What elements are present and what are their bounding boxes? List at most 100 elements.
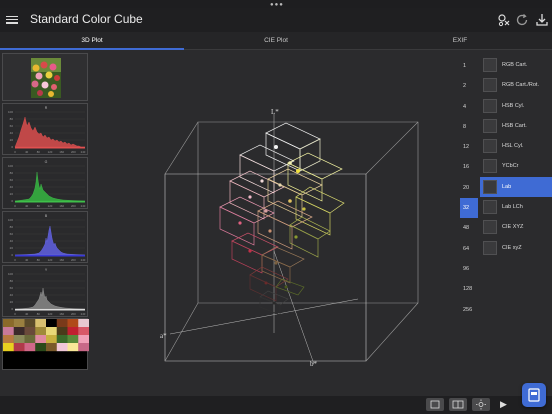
svg-text:240: 240 [81, 150, 86, 154]
cube-icon [483, 118, 497, 133]
cube-icon [483, 240, 497, 255]
color-space-hsl-cyl[interactable]: HSL Cyl. [480, 136, 552, 156]
color-space-label: HSL Cyl. [502, 143, 524, 150]
palette-swatch [46, 319, 57, 328]
tab-cie-plot[interactable]: CIE Plot [184, 32, 368, 50]
palette-swatch [56, 327, 68, 336]
resolution-option-4[interactable]: 4 [460, 97, 478, 117]
resolution-option-20[interactable]: 20 [460, 178, 478, 198]
svg-text:60: 60 [10, 286, 14, 290]
lab-3d-plot[interactable]: L* a* b* [90, 51, 460, 396]
cube-icon [483, 179, 497, 194]
resolution-option-96[interactable]: 96 [460, 259, 478, 279]
image-thumbnail[interactable] [3, 54, 89, 102]
color-space-lab-lch[interactable]: Lab LCh [480, 197, 552, 217]
palette-swatch [67, 343, 79, 352]
color-space-label: Lab LCh [502, 204, 523, 211]
palette-swatch [78, 343, 90, 352]
image-thumbnail-frame[interactable] [2, 53, 88, 101]
svg-text:80: 80 [10, 171, 14, 175]
svg-text:60: 60 [10, 124, 14, 128]
svg-text:100: 100 [8, 164, 13, 168]
color-space-rgb-cart[interactable]: RGB Cart. [480, 55, 552, 75]
palette-swatch [46, 335, 57, 344]
palette-swatch [35, 335, 47, 344]
color-space-label: Lab [502, 183, 512, 190]
color-space-label: YCbCr [502, 163, 519, 170]
svg-text:40: 40 [25, 150, 29, 154]
svg-text:0: 0 [11, 253, 13, 257]
system-top-strip: ●●● [0, 0, 552, 8]
resolution-option-128[interactable]: 128 [460, 279, 478, 299]
floating-action-button[interactable] [522, 383, 546, 407]
palette-swatch [3, 327, 14, 336]
svg-text:0: 0 [14, 204, 16, 208]
color-space-label: RGB Cart./Rot. [502, 82, 539, 89]
svg-text:0: 0 [11, 307, 13, 311]
svg-text:120: 120 [48, 258, 53, 262]
svg-text:120: 120 [48, 312, 53, 316]
palette-icon[interactable] [496, 12, 512, 28]
color-space-hsb-cart[interactable]: HSB Cart. [480, 116, 552, 136]
svg-text:20: 20 [10, 138, 14, 142]
svg-text:40: 40 [25, 204, 29, 208]
spin-button[interactable] [472, 398, 490, 411]
bottom-toolbar: ▶ [0, 396, 552, 414]
svg-text:40: 40 [25, 258, 29, 262]
cube-icon [483, 159, 497, 174]
color-space-cie-xyz[interactable]: CIE XYZ [480, 217, 552, 237]
svg-text:160: 160 [59, 312, 64, 316]
palette-swatch [78, 319, 90, 328]
download-icon[interactable] [534, 12, 550, 28]
svg-text:200: 200 [71, 204, 76, 208]
play-icon[interactable]: ▶ [500, 399, 507, 410]
palette-swatch [35, 343, 47, 352]
resolution-option-32[interactable]: 32 [460, 198, 478, 219]
histogram-blue: B 100 80 60 40 20 0 0 40 80 120 160 200 … [2, 211, 88, 263]
color-space-label: HSB Cart. [502, 122, 527, 129]
svg-text:240: 240 [81, 312, 86, 316]
view-split-button[interactable] [449, 398, 467, 411]
svg-text:0: 0 [11, 145, 13, 149]
left-panel: R 100 80 60 40 20 0 0 40 80 120 160 200 … [0, 51, 90, 371]
palette-swatch [24, 327, 36, 336]
color-space-hsb-cyl[interactable]: HSB Cyl. [480, 96, 552, 116]
palette-swatch [67, 327, 79, 336]
palette-swatch [56, 335, 68, 344]
resolution-option-1[interactable]: 1 [460, 56, 478, 76]
palette-swatch [13, 343, 25, 352]
resolution-option-8[interactable]: 8 [460, 117, 478, 137]
color-cube-wireframe [219, 122, 345, 316]
resolution-option-2[interactable]: 2 [460, 76, 478, 96]
svg-text:20: 20 [10, 300, 14, 304]
color-space-rgb-cart-rot[interactable]: RGB Cart./Rot. [480, 75, 552, 95]
view-image-button[interactable] [426, 398, 444, 411]
svg-text:80: 80 [37, 204, 41, 208]
color-space-lab[interactable]: Lab [480, 176, 552, 198]
resolution-option-48[interactable]: 48 [460, 218, 478, 238]
palette-swatch [3, 335, 14, 344]
palette-swatch [24, 319, 36, 328]
color-space-cie-xyz-lower[interactable]: CIE xyZ [480, 238, 552, 258]
histogram-red: R 100 80 60 40 20 0 0 40 80 120 160 200 … [2, 103, 88, 155]
color-space-ycbcr[interactable]: YCbCr [480, 156, 552, 176]
spin-icon [476, 399, 486, 410]
menu-icon[interactable] [6, 14, 18, 26]
palette-swatch [78, 327, 90, 336]
histogram-blue-chart: B 100 80 60 40 20 0 0 40 80 120 160 200 … [8, 214, 86, 262]
palette-swatch [13, 335, 25, 344]
resolution-option-16[interactable]: 16 [460, 157, 478, 177]
svg-text:40: 40 [10, 293, 14, 297]
svg-text:120: 120 [48, 150, 53, 154]
resolution-option-12[interactable]: 12 [460, 137, 478, 157]
tab-exif[interactable]: EXIF [368, 32, 552, 50]
image-icon [430, 400, 440, 409]
split-view-icon [452, 400, 464, 409]
3d-plot-area[interactable]: L* a* b* [90, 51, 460, 396]
svg-text:100: 100 [8, 218, 13, 222]
svg-text:200: 200 [71, 150, 76, 154]
resolution-option-64[interactable]: 64 [460, 239, 478, 259]
resolution-option-256[interactable]: 256 [460, 300, 478, 320]
refresh-icon[interactable] [514, 12, 530, 28]
resolution-column: 1 2 4 8 12 16 20 32 48 64 96 128 256 [460, 56, 478, 320]
